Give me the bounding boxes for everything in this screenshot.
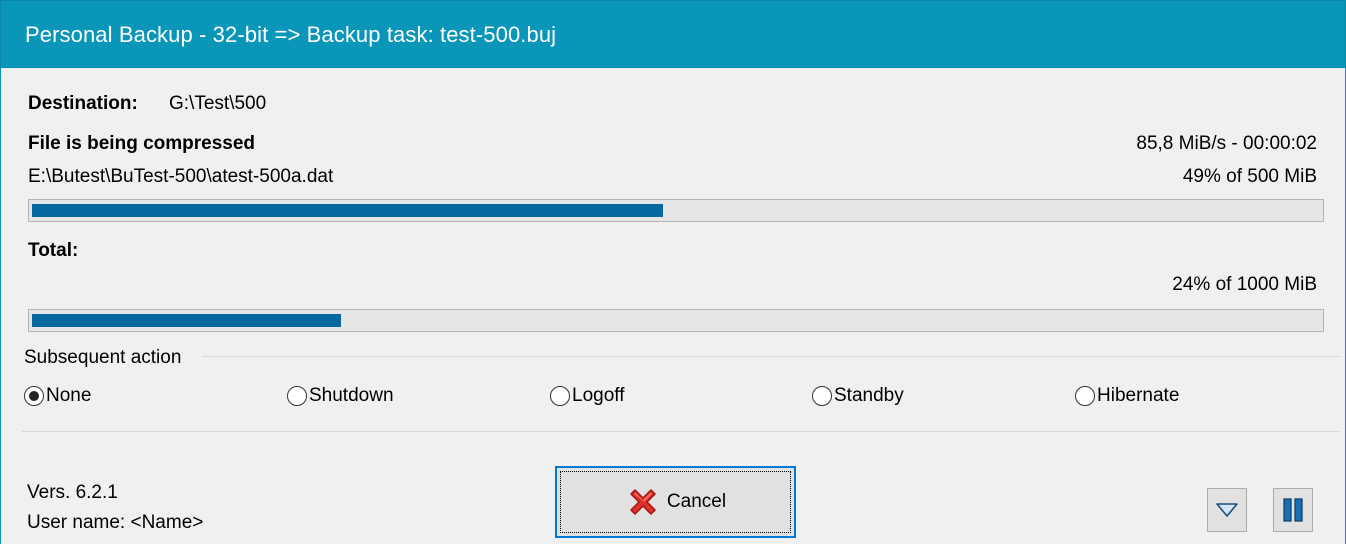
total-progress-fill: [32, 314, 341, 327]
total-progress-bar: [28, 309, 1324, 332]
cancel-button[interactable]: Cancel: [555, 466, 796, 538]
radio-label: Shutdown: [309, 385, 394, 406]
radio-selected-icon: [24, 386, 44, 406]
radio-standby[interactable]: Standby: [812, 385, 904, 407]
radio-label: None: [46, 385, 92, 406]
subsequent-action-label: Subsequent action: [24, 347, 182, 368]
destination-value: G:\Test\500: [169, 93, 267, 114]
radio-unselected-icon: [1075, 386, 1095, 406]
radio-logoff[interactable]: Logoff: [550, 385, 624, 407]
radio-unselected-icon: [812, 386, 832, 406]
focus-rectangle: [560, 471, 791, 533]
title-bar: Personal Backup - 32-bit => Backup task:…: [0, 0, 1346, 68]
file-status: File is being compressed: [28, 133, 256, 154]
triangle-down-icon: [1216, 503, 1238, 517]
file-progress-fill: [32, 204, 663, 217]
user-name-text: User name: <Name>: [27, 512, 204, 533]
pause-button[interactable]: [1273, 488, 1313, 532]
radio-label: Standby: [834, 385, 904, 406]
radio-unselected-icon: [287, 386, 307, 406]
pause-icon: [1283, 498, 1303, 522]
expand-button[interactable]: [1207, 488, 1247, 532]
radio-unselected-icon: [550, 386, 570, 406]
radio-none[interactable]: None: [24, 385, 91, 407]
radio-label: Logoff: [572, 385, 625, 406]
file-progress-bar: [28, 199, 1324, 222]
speed-time: 85,8 MiB/s - 00:00:02: [1136, 133, 1317, 154]
version-text: Vers. 6.2.1: [27, 482, 118, 503]
file-percent: 49% of 500 MiB: [1182, 166, 1317, 187]
total-percent: 24% of 1000 MiB: [1172, 274, 1317, 295]
radio-label: Hibernate: [1097, 385, 1180, 406]
file-path: E:\Butest\BuTest-500\atest-500a.dat: [28, 166, 334, 187]
group-bottom-border: [22, 431, 1340, 432]
group-top-border: [202, 356, 1340, 357]
destination-label: Destination:: [28, 93, 138, 114]
radio-shutdown[interactable]: Shutdown: [287, 385, 394, 407]
radio-hibernate[interactable]: Hibernate: [1075, 385, 1179, 407]
window-title: Personal Backup - 32-bit => Backup task:…: [25, 22, 557, 47]
total-label: Total:: [28, 240, 79, 261]
